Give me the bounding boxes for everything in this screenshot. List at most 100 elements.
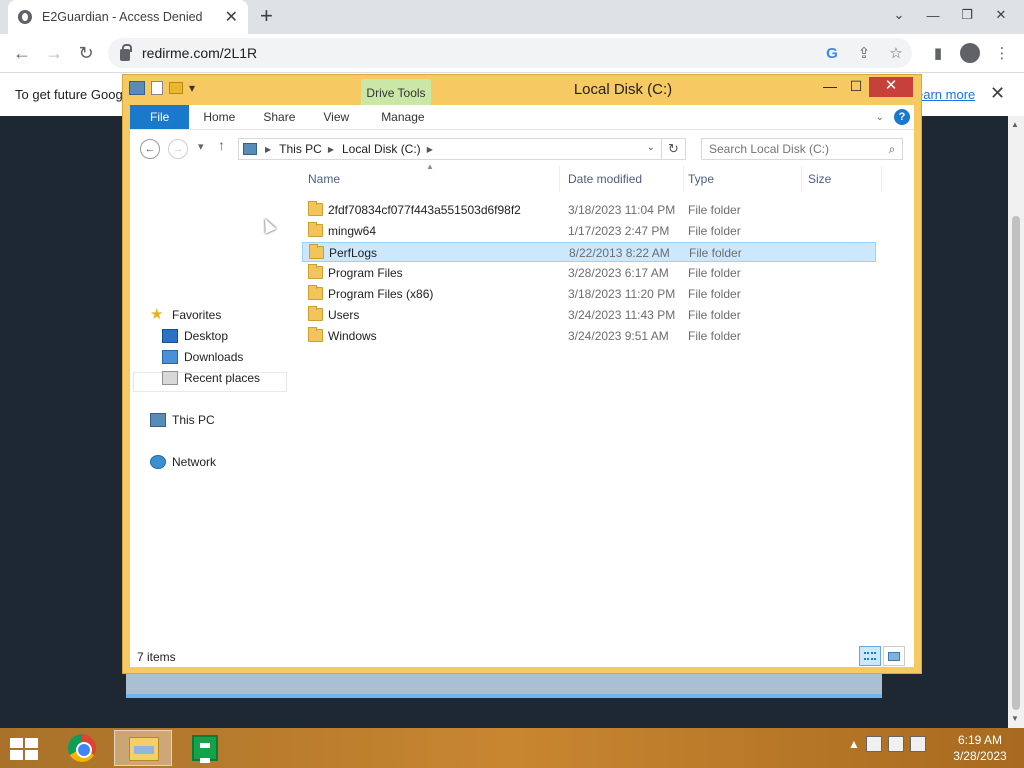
- page-panel: [126, 672, 882, 698]
- help-icon[interactable]: ?: [894, 109, 910, 125]
- tab-view[interactable]: View: [309, 105, 363, 129]
- desktop-icon: [162, 329, 178, 343]
- recent-locations-icon[interactable]: ▾: [198, 140, 204, 153]
- tab-search-icon[interactable]: ⌄: [882, 7, 916, 23]
- browser-tab[interactable]: E2Guardian - Access Denied ✕: [8, 0, 248, 34]
- search-box[interactable]: ⌕: [701, 138, 903, 160]
- column-header-date[interactable]: Date modified: [564, 166, 684, 192]
- file-name: PerfLogs: [329, 246, 378, 260]
- nav-item-recent[interactable]: Recent places: [162, 368, 260, 388]
- large-icons-view-icon[interactable]: [883, 646, 905, 666]
- bookmark-star-icon[interactable]: ☆: [880, 44, 912, 62]
- taskbar-chrome[interactable]: [52, 730, 110, 766]
- tab-close-icon[interactable]: ✕: [225, 7, 238, 27]
- scroll-up-icon[interactable]: ▲: [1011, 120, 1019, 129]
- tab-home[interactable]: Home: [189, 105, 249, 129]
- up-arrow-icon[interactable]: ↑: [218, 137, 225, 153]
- breadcrumb-this-pc[interactable]: This PC: [279, 142, 322, 156]
- computer-icon[interactable]: [129, 81, 145, 95]
- tab-file[interactable]: File: [130, 105, 190, 129]
- breadcrumb-separator-icon[interactable]: ▶: [427, 145, 433, 154]
- file-row[interactable]: Windows 3/24/2023 9:51 AM File folder: [302, 326, 876, 346]
- restore-icon[interactable]: ❐: [950, 7, 984, 23]
- back-arrow-icon[interactable]: ←: [6, 43, 38, 64]
- store-icon: [192, 735, 218, 763]
- customize-dropdown-icon[interactable]: ▾: [189, 81, 195, 95]
- expand-ribbon-icon[interactable]: ⌄: [876, 112, 884, 123]
- page-scrollbar[interactable]: ▲ ▼: [1008, 116, 1024, 728]
- info-bar-text: To get future Goog: [15, 87, 123, 102]
- file-name: mingw64: [328, 224, 377, 238]
- scroll-down-icon[interactable]: ▼: [1011, 714, 1019, 723]
- nav-label: Recent places: [184, 371, 261, 385]
- nav-item-this-pc[interactable]: This PC: [150, 410, 215, 430]
- details-view-icon[interactable]: [859, 646, 881, 666]
- close-button[interactable]: ✕: [869, 77, 913, 97]
- file-row-selected[interactable]: PerfLogs 8/22/2013 8:22 AM File folder: [302, 242, 876, 262]
- new-folder-icon[interactable]: [169, 82, 183, 94]
- tab-manage[interactable]: Manage: [367, 105, 438, 129]
- search-icon[interactable]: ⌕: [882, 142, 902, 157]
- window-title: Local Disk (C:): [573, 81, 673, 98]
- nav-item-network[interactable]: Network: [150, 452, 216, 472]
- file-row[interactable]: mingw64 1/17/2023 2:47 PM File folder: [302, 221, 876, 241]
- explorer-titlebar[interactable]: ▾ Drive Tools Local Disk (C:) — ☐ ✕: [123, 75, 921, 107]
- minimize-icon[interactable]: —: [916, 8, 950, 23]
- volume-muted-icon[interactable]: [909, 736, 926, 752]
- navigation-pane: ★ Favorites Desktop Downloads Recent pla…: [130, 166, 300, 644]
- profile-avatar-icon[interactable]: [960, 43, 980, 63]
- action-center-icon[interactable]: [865, 736, 882, 752]
- folder-icon: [308, 306, 323, 321]
- file-row[interactable]: Program Files 3/28/2023 6:17 AM File fol…: [302, 263, 876, 283]
- address-dropdown-icon[interactable]: ⌄: [647, 142, 655, 153]
- file-row[interactable]: Users 3/24/2023 11:43 PM File folder: [302, 305, 876, 325]
- minimize-button[interactable]: —: [817, 77, 843, 97]
- forward-arrow-icon[interactable]: →: [38, 43, 70, 64]
- column-header-name[interactable]: Name: [304, 166, 560, 192]
- file-row[interactable]: 2fdf70834cf077f443a551503d6f98f2 3/18/20…: [302, 200, 876, 220]
- system-clock[interactable]: 6:19 AM 3/28/2023: [944, 732, 1016, 764]
- star-icon: ★: [150, 306, 164, 323]
- new-tab-button[interactable]: +: [260, 5, 273, 27]
- properties-icon[interactable]: [151, 81, 163, 95]
- network-status-icon[interactable]: [887, 736, 904, 752]
- windows-start-icon[interactable]: [10, 738, 38, 760]
- refresh-icon[interactable]: ↻: [661, 139, 685, 159]
- reload-icon[interactable]: ↻: [70, 43, 102, 64]
- close-window-icon[interactable]: ✕: [984, 7, 1018, 23]
- forward-button-icon[interactable]: →: [168, 139, 188, 159]
- learn-more-link[interactable]: earn more: [916, 87, 975, 102]
- share-icon[interactable]: ⇪: [848, 44, 880, 62]
- address-bar[interactable]: redirme.com/2L1R G ⇪ ☆: [108, 38, 912, 68]
- nav-item-favorites[interactable]: ★ Favorites: [150, 305, 221, 325]
- nav-label: This PC: [172, 413, 215, 427]
- show-hidden-icons-icon[interactable]: ▲: [848, 737, 860, 751]
- tab-share[interactable]: Share: [249, 105, 309, 129]
- folder-icon: [308, 285, 323, 300]
- file-type: File folder: [689, 246, 742, 260]
- taskbar-file-explorer[interactable]: [114, 730, 172, 766]
- nav-item-downloads[interactable]: Downloads: [162, 347, 243, 367]
- breadcrumb-separator-icon[interactable]: ▶: [265, 145, 271, 154]
- info-bar-close-icon[interactable]: ✕: [990, 83, 1005, 104]
- nav-item-desktop[interactable]: Desktop: [162, 326, 228, 346]
- explorer-address-bar[interactable]: ▶ This PC ▶ Local Disk (C:) ▶ ⌄ ↻: [238, 138, 686, 160]
- file-name: Windows: [328, 329, 377, 343]
- menu-dots-icon[interactable]: ⋮: [986, 44, 1018, 62]
- column-header-type[interactable]: Type: [684, 166, 802, 192]
- google-icon[interactable]: G: [816, 45, 848, 62]
- file-date: 3/28/2023 6:17 AM: [568, 266, 669, 280]
- taskbar-store[interactable]: [176, 730, 234, 766]
- url-text[interactable]: redirme.com/2L1R: [142, 45, 816, 61]
- scrollbar-thumb[interactable]: [1012, 216, 1020, 710]
- column-header-size[interactable]: Size: [804, 166, 882, 192]
- side-panel-icon[interactable]: ▮: [922, 44, 954, 62]
- nav-label: Network: [172, 455, 217, 469]
- maximize-button[interactable]: ☐: [843, 77, 869, 97]
- breadcrumb-separator-icon[interactable]: ▶: [328, 145, 334, 154]
- back-button-icon[interactable]: ←: [140, 139, 160, 159]
- search-input[interactable]: [702, 142, 882, 156]
- this-pc-icon: [150, 413, 166, 427]
- breadcrumb-local-disk[interactable]: Local Disk (C:): [342, 142, 421, 156]
- file-row[interactable]: Program Files (x86) 3/18/2023 11:20 PM F…: [302, 284, 876, 304]
